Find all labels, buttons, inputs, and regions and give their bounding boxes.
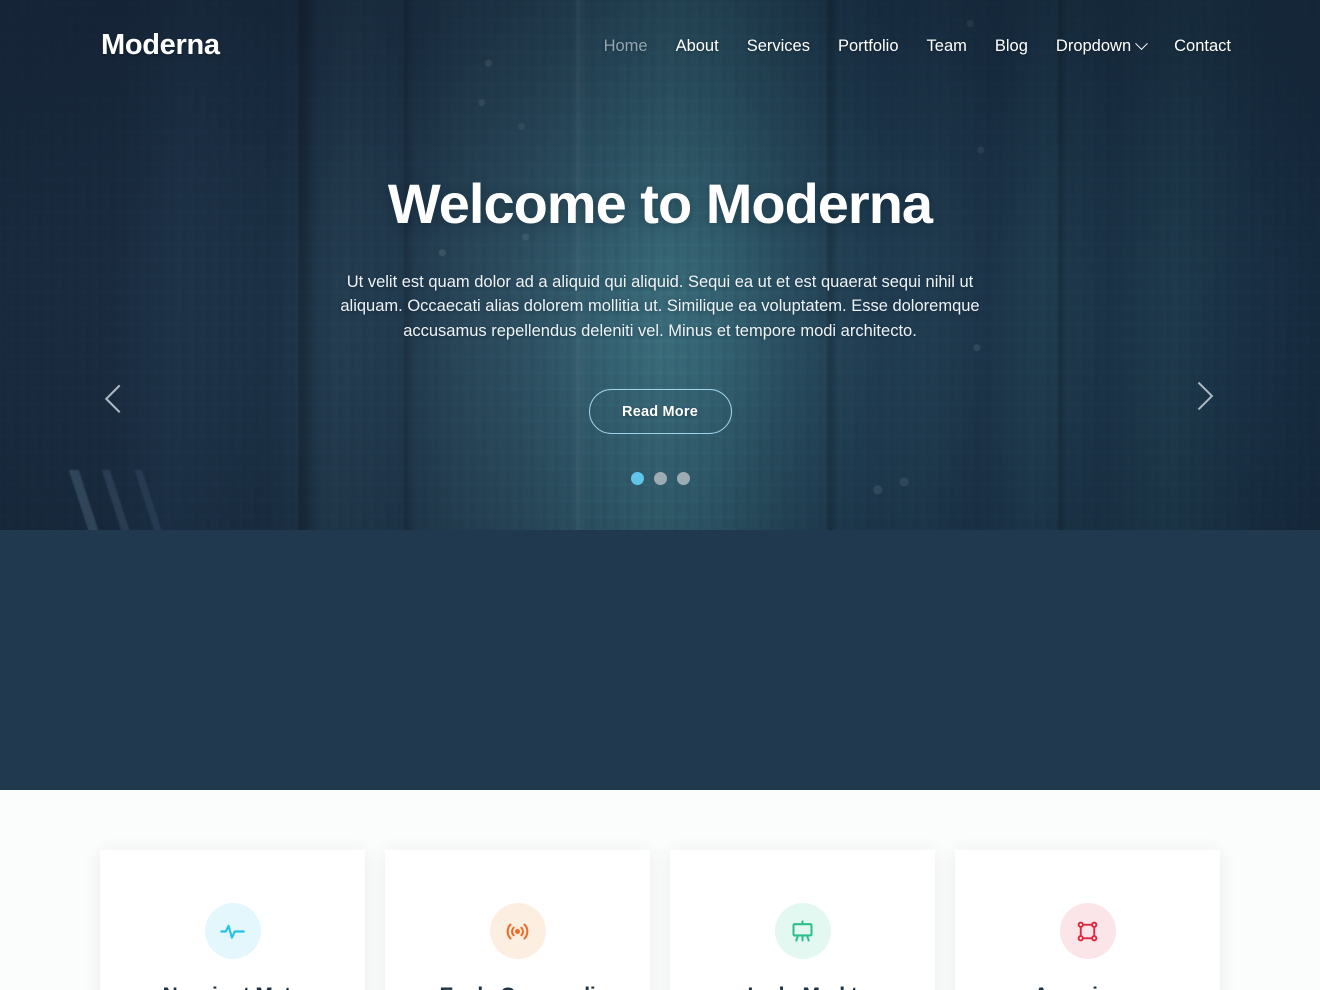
feature-card-2[interactable]: Eosle Commodi (385, 850, 650, 990)
nav-label: Contact (1174, 37, 1231, 55)
nav-item-contact[interactable]: Contact (1160, 33, 1245, 59)
carousel-dot-2[interactable] (653, 472, 667, 486)
feature-card-title: Asperiores (1034, 984, 1142, 990)
feature-card-title: Ledo Markt (747, 984, 857, 990)
nav-item-about[interactable]: About (662, 33, 733, 59)
chevron-left-icon (104, 384, 134, 413)
feature-card-title: Nesciunt Mete (163, 984, 303, 990)
carousel-prev-button[interactable] (93, 370, 145, 422)
nav-item-services[interactable]: Services (733, 33, 824, 59)
feature-card-4[interactable]: Asperiores (955, 850, 1220, 990)
hero-subtitle: Ut velit est quam dolor ad a aliquid qui… (340, 272, 980, 340)
nav-label: Team (926, 37, 967, 55)
nav-label: Dropdown (1055, 37, 1132, 55)
nav-label: Home (603, 37, 648, 55)
nav-links: Home About Services Portfolio Team Blog … (590, 33, 1245, 59)
feature-card-3[interactable]: Ledo Markt (670, 850, 935, 990)
chevron-right-icon (1185, 381, 1214, 411)
broadcast-signal-icon (489, 903, 546, 959)
carousel-next-button[interactable] (1176, 370, 1228, 422)
easel-board-icon (774, 903, 831, 959)
feature-card-1[interactable]: Nesciunt Mete (100, 850, 365, 990)
carousel-dot-3[interactable] (676, 472, 690, 486)
nav-item-blog[interactable]: Blog (981, 33, 1042, 59)
feature-card-title: Eosle Commodi (439, 984, 595, 990)
hero-title: Welcome to Moderna (387, 171, 933, 235)
top-navbar: Moderna Home About Services Portfolio Te… (0, 0, 1320, 92)
hero-section: Moderna Home About Services Portfolio Te… (0, 0, 1320, 790)
bounding-box-icon (1059, 903, 1116, 959)
nav-item-team[interactable]: Team (913, 33, 981, 59)
read-more-button[interactable]: Read More (588, 389, 732, 435)
activity-pulse-icon (204, 903, 261, 959)
nav-item-home[interactable]: Home (590, 33, 662, 59)
nav-item-portfolio[interactable]: Portfolio (824, 33, 913, 59)
carousel-dots (630, 472, 690, 486)
nav-item-dropdown[interactable]: Dropdown (1042, 33, 1160, 59)
hero-content: Welcome to Moderna Ut velit est quam dol… (0, 0, 1320, 660)
feature-cards-section: Nesciunt Mete Eosle Commodi (0, 850, 1320, 990)
carousel-dot-1[interactable] (630, 472, 644, 486)
nav-label: About (675, 37, 719, 55)
nav-label: Blog (994, 37, 1028, 55)
nav-label: Services (746, 37, 810, 55)
chevron-down-icon (1135, 36, 1148, 50)
landing-page: Moderna Home About Services Portfolio Te… (0, 0, 1320, 990)
nav-label: Portfolio (837, 37, 899, 55)
brand-logo[interactable]: Moderna (101, 29, 220, 62)
